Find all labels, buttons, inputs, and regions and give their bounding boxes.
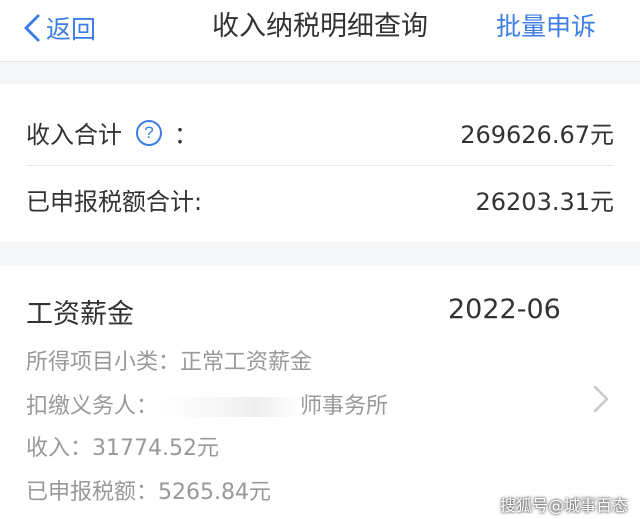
- record-withholder-line: 扣缴义务人： 师事务所: [26, 388, 388, 420]
- income-total-label-group: 收入合计 ? ：: [26, 115, 198, 150]
- record-type: 工资薪金: [26, 299, 134, 330]
- tax-total-label: 已申报税额合计:: [26, 187, 203, 216]
- record-date: 2022-06: [448, 294, 561, 325]
- income-total-value: 269626.67元: [460, 121, 614, 149]
- record-tax-label: 已申报税额：: [26, 480, 159, 505]
- income-total-label: 收入合计: [26, 121, 122, 149]
- chevron-right-icon[interactable]: [592, 384, 610, 414]
- record-income-value: 31774.52元: [92, 436, 219, 461]
- watermark: 搜狐号@城事百态: [500, 496, 629, 515]
- record-withholder-value: 师事务所: [300, 394, 389, 419]
- record-subtype-line: 所得项目小类：正常工资薪金: [26, 344, 312, 376]
- record-income-line: 收入：31774.52元: [26, 430, 219, 462]
- question-circle-icon[interactable]: ?: [136, 119, 162, 146]
- income-total-colon: ：: [174, 121, 198, 149]
- tax-total-value: 26203.31元: [475, 187, 614, 216]
- nav-bar: 返回 收入纳税明细查询 批量申诉: [0, 0, 640, 62]
- tax-total-row: 已申报税额合计: 26203.31元: [26, 166, 614, 232]
- summary-card: 收入合计 ? ： 269626.67元 已申报税额合计: 26203.31元: [0, 84, 640, 242]
- record-tax-line: 已申报税额：5265.84元: [26, 474, 271, 506]
- batch-appeal-button[interactable]: 批量申诉: [496, 10, 596, 44]
- record-tax-value: 5265.84元: [158, 480, 271, 505]
- income-record-card[interactable]: 工资薪金 2022-06 所得项目小类：正常工资薪金 扣缴义务人： 师事务所 收入…: [0, 266, 640, 519]
- income-total-row: 收入合计 ? ： 269626.67元: [26, 100, 614, 166]
- record-withholder-label: 扣缴义务人：: [26, 394, 159, 419]
- redacted-blur: [158, 397, 299, 417]
- record-subtype-label: 所得项目小类：: [26, 350, 181, 375]
- record-subtype-value: 正常工资薪金: [180, 350, 313, 375]
- record-income-label: 收入：: [26, 436, 93, 461]
